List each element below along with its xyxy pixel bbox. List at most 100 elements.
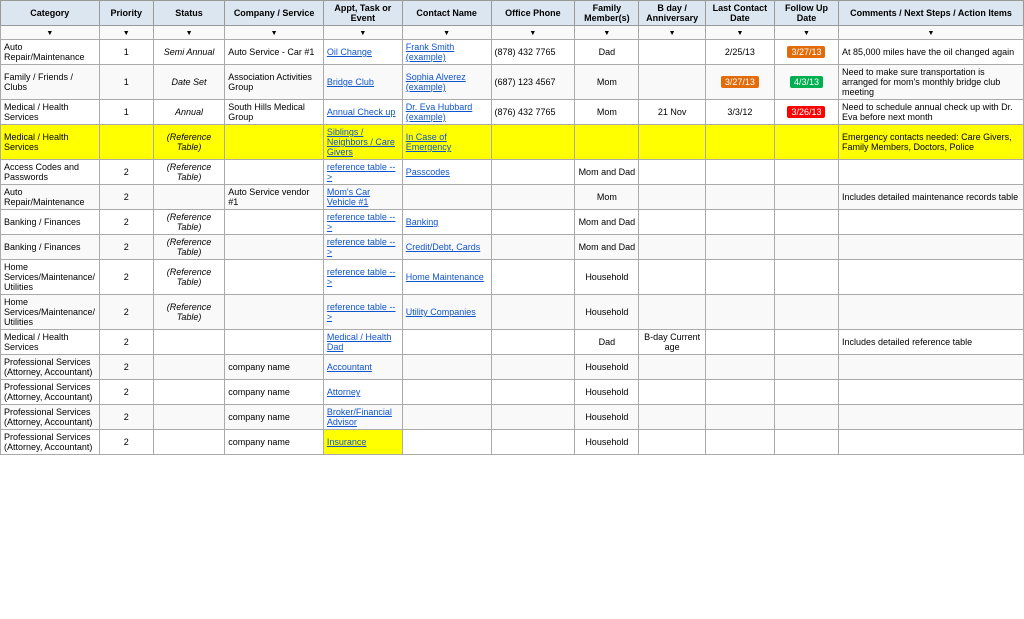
- table-link[interactable]: Banking: [406, 217, 439, 227]
- table-link[interactable]: Utility Companies: [406, 307, 476, 317]
- table-cell[interactable]: Home Maintenance: [402, 260, 491, 295]
- table-link[interactable]: Accountant: [327, 362, 372, 372]
- table-link[interactable]: reference table -->: [327, 162, 396, 182]
- table-cell: (687) 123 4567: [491, 65, 575, 100]
- table-cell: [705, 210, 774, 235]
- date-badge: 4/3/13: [790, 76, 823, 88]
- table-link[interactable]: Siblings / Neighbors / Care Givers: [327, 127, 395, 157]
- table-cell: 3/27/13: [705, 65, 774, 100]
- table-link[interactable]: Insurance: [327, 437, 367, 447]
- table-cell: [705, 430, 774, 455]
- table-cell[interactable]: In Case of Emergency: [402, 125, 491, 160]
- filter-status[interactable]: ▼: [153, 26, 224, 40]
- table-cell[interactable]: Accountant: [323, 355, 402, 380]
- spreadsheet-container[interactable]: Category Priority Status Company / Servi…: [0, 0, 1024, 619]
- dropdown-arrow[interactable]: ▼: [603, 30, 610, 37]
- dropdown-arrow[interactable]: ▼: [443, 30, 450, 37]
- table-cell: Annual: [153, 100, 224, 125]
- table-link[interactable]: Mom's Car Vehicle #1: [327, 187, 370, 207]
- dropdown-arrow[interactable]: ▼: [736, 30, 743, 37]
- table-link[interactable]: Dr. Eva Hubbard (example): [406, 102, 473, 122]
- table-link[interactable]: Frank Smith (example): [406, 42, 455, 62]
- filter-family[interactable]: ▼: [575, 26, 639, 40]
- table-cell: [491, 295, 575, 330]
- dropdown-arrow[interactable]: ▼: [928, 30, 935, 37]
- filter-bday[interactable]: ▼: [639, 26, 706, 40]
- table-cell[interactable]: reference table -->: [323, 260, 402, 295]
- table-cell[interactable]: reference table -->: [323, 160, 402, 185]
- table-link[interactable]: reference table -->: [327, 212, 396, 232]
- table-cell[interactable]: Credit/Debt, Cards: [402, 235, 491, 260]
- table-cell: 2/25/13: [705, 40, 774, 65]
- table-link[interactable]: Sophia Alverez (example): [406, 72, 466, 92]
- table-link[interactable]: Bridge Club: [327, 77, 374, 87]
- table-cell[interactable]: Bridge Club: [323, 65, 402, 100]
- table-cell[interactable]: Oil Change: [323, 40, 402, 65]
- table-cell: 1: [99, 65, 153, 100]
- table-cell[interactable]: Insurance: [323, 430, 402, 455]
- table-link[interactable]: Home Maintenance: [406, 272, 484, 282]
- table-cell: (876) 432 7765: [491, 100, 575, 125]
- table-cell[interactable]: Attorney: [323, 380, 402, 405]
- table-link[interactable]: reference table -->: [327, 302, 396, 322]
- table-cell[interactable]: Dr. Eva Hubbard (example): [402, 100, 491, 125]
- table-link[interactable]: Medical / Health Dad: [327, 332, 392, 352]
- table-cell[interactable]: Medical / Health Dad: [323, 330, 402, 355]
- table-link[interactable]: reference table -->: [327, 237, 396, 257]
- table-cell: [639, 380, 706, 405]
- filter-contact[interactable]: ▼: [402, 26, 491, 40]
- table-link[interactable]: Attorney: [327, 387, 361, 397]
- dropdown-arrow[interactable]: ▼: [669, 30, 676, 37]
- cell-text: (Reference Table): [167, 132, 212, 152]
- table-cell: Dad: [575, 40, 639, 65]
- table-cell: Semi Annual: [153, 40, 224, 65]
- table-cell[interactable]: Siblings / Neighbors / Care Givers: [323, 125, 402, 160]
- filter-lastcontact[interactable]: ▼: [705, 26, 774, 40]
- table-cell[interactable]: Passcodes: [402, 160, 491, 185]
- dropdown-arrow[interactable]: ▼: [803, 30, 810, 37]
- table-cell: [575, 125, 639, 160]
- filter-followup[interactable]: ▼: [774, 26, 838, 40]
- table-cell[interactable]: Mom's Car Vehicle #1: [323, 185, 402, 210]
- table-cell: [402, 185, 491, 210]
- table-cell: Family / Friends / Clubs: [1, 65, 100, 100]
- table-link[interactable]: Broker/Financial Advisor: [327, 407, 392, 427]
- table-link[interactable]: In Case of Emergency: [406, 132, 452, 152]
- dropdown-arrow[interactable]: ▼: [46, 30, 53, 37]
- filter-company[interactable]: ▼: [225, 26, 324, 40]
- table-cell[interactable]: reference table -->: [323, 210, 402, 235]
- table-cell[interactable]: Utility Companies: [402, 295, 491, 330]
- table-link[interactable]: Passcodes: [406, 167, 450, 177]
- table-cell: company name: [225, 405, 324, 430]
- dropdown-arrow[interactable]: ▼: [123, 30, 130, 37]
- table-cell[interactable]: Sophia Alverez (example): [402, 65, 491, 100]
- filter-phone[interactable]: ▼: [491, 26, 575, 40]
- table-link[interactable]: Oil Change: [327, 47, 372, 57]
- table-cell: [839, 260, 1024, 295]
- table-cell[interactable]: Frank Smith (example): [402, 40, 491, 65]
- filter-comments[interactable]: ▼: [839, 26, 1024, 40]
- filter-category[interactable]: ▼: [1, 26, 100, 40]
- table-cell: [639, 295, 706, 330]
- table-link[interactable]: Annual Check up: [327, 107, 396, 117]
- table-link[interactable]: reference table -->: [327, 267, 396, 287]
- dropdown-arrow[interactable]: ▼: [359, 30, 366, 37]
- table-cell: [774, 235, 838, 260]
- table-cell[interactable]: Banking: [402, 210, 491, 235]
- table-cell[interactable]: Annual Check up: [323, 100, 402, 125]
- dropdown-arrow[interactable]: ▼: [271, 30, 278, 37]
- filter-appt[interactable]: ▼: [323, 26, 402, 40]
- table-cell: Date Set: [153, 65, 224, 100]
- dropdown-arrow[interactable]: ▼: [186, 30, 193, 37]
- table-link[interactable]: Credit/Debt, Cards: [406, 242, 481, 252]
- table-cell[interactable]: reference table -->: [323, 235, 402, 260]
- table-cell: company name: [225, 430, 324, 455]
- table-cell: [639, 430, 706, 455]
- table-cell[interactable]: reference table -->: [323, 295, 402, 330]
- filter-priority[interactable]: ▼: [99, 26, 153, 40]
- dropdown-arrow[interactable]: ▼: [529, 30, 536, 37]
- table-cell[interactable]: Broker/Financial Advisor: [323, 405, 402, 430]
- table-cell: [705, 355, 774, 380]
- table-cell: 3/3/12: [705, 100, 774, 125]
- table-cell: (Reference Table): [153, 235, 224, 260]
